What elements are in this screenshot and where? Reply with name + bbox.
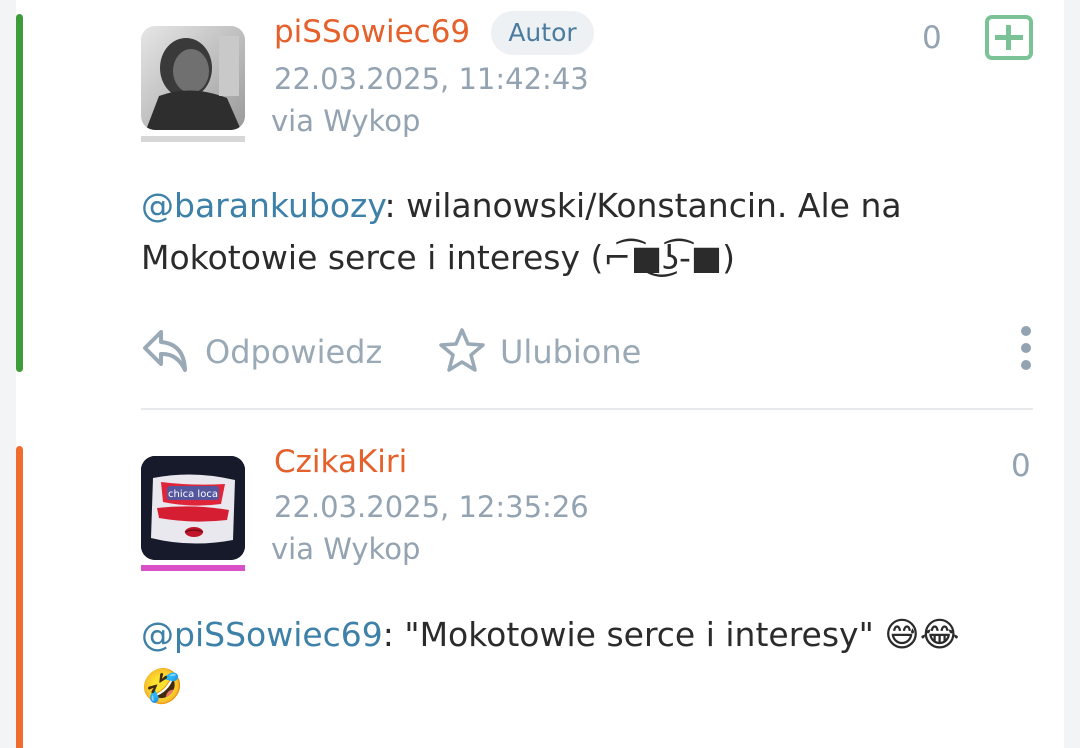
vote-count: 0 xyxy=(1011,448,1031,484)
thread-indicator-bar xyxy=(16,446,23,748)
comment-body: @piSSowiec69: "Mokotowie serce i interes… xyxy=(141,609,1001,713)
favorite-label: Ulubione xyxy=(500,333,642,371)
comment-actions: Odpowiedz Ulubione xyxy=(141,322,1041,382)
user-mention[interactable]: @barankubozy xyxy=(141,186,384,225)
user-mention[interactable]: @piSSowiec69 xyxy=(141,615,383,654)
more-options-icon[interactable] xyxy=(1019,326,1033,374)
avatar-underline xyxy=(141,565,245,571)
reply-arrow-icon xyxy=(141,326,191,378)
author-badge: Autor xyxy=(491,11,594,55)
username[interactable]: CzikaKiri xyxy=(274,444,407,480)
svg-text:chica loca: chica loca xyxy=(168,489,218,500)
vote-count: 0 xyxy=(922,20,942,56)
source-label: via Wykop xyxy=(271,532,421,566)
star-icon xyxy=(438,327,486,377)
reply-label: Odpowiedz xyxy=(205,333,383,371)
source-label: via Wykop xyxy=(271,104,421,138)
favorite-button[interactable]: Ulubione xyxy=(438,322,641,382)
comment-divider xyxy=(141,408,1033,410)
comment-body: @barankubozy: wilanowski/Konstancin. Ale… xyxy=(141,180,1001,284)
avatar-photo xyxy=(141,26,245,130)
username[interactable]: piSSowiec69 xyxy=(274,14,470,50)
thread-indicator-bar xyxy=(16,14,23,372)
comment-text: : "Mokotowie serce i interesy" xyxy=(382,615,885,654)
timestamp[interactable]: 22.03.2025, 11:42:43 xyxy=(274,62,589,96)
timestamp[interactable]: 22.03.2025, 12:35:26 xyxy=(274,490,589,524)
avatar-underline xyxy=(141,136,245,142)
avatar[interactable] xyxy=(141,26,245,130)
avatar[interactable]: chica loca xyxy=(141,456,245,560)
avatar-logo-image: chica loca xyxy=(141,456,245,560)
upvote-plus-button[interactable] xyxy=(985,15,1033,60)
reply-button[interactable]: Odpowiedz xyxy=(141,322,382,382)
